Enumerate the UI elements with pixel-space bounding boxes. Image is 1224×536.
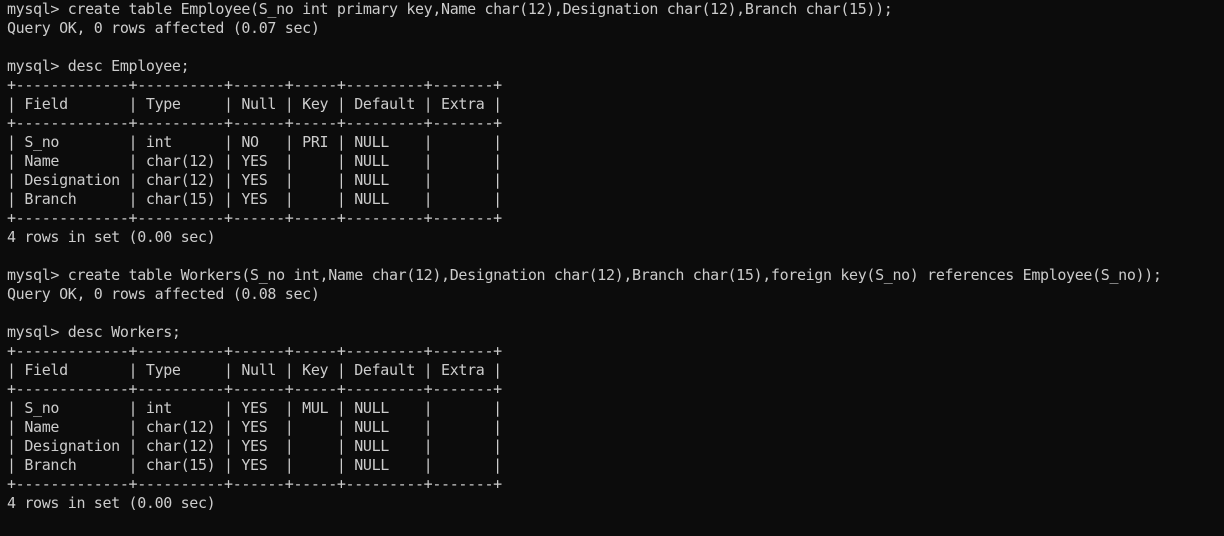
terminal-line: | Branch | char(15) | YES | | NULL | | xyxy=(7,190,502,208)
terminal-line: Query OK, 0 rows affected (0.08 sec) xyxy=(7,285,320,303)
terminal-line: | Designation | char(12) | YES | | NULL … xyxy=(7,171,502,189)
terminal-line: mysql> create table Workers(S_no int,Nam… xyxy=(7,266,1162,284)
terminal-window[interactable]: mysql> create table Employee(S_no int pr… xyxy=(0,0,1224,536)
terminal-line: | Designation | char(12) | YES | | NULL … xyxy=(7,437,502,455)
terminal-line: mysql> desc Workers; xyxy=(7,323,181,341)
terminal-line: +-------------+----------+------+-----+-… xyxy=(7,380,502,398)
terminal-line: | Name | char(12) | YES | | NULL | | xyxy=(7,418,502,436)
terminal-line: +-------------+----------+------+-----+-… xyxy=(7,475,502,493)
terminal-line: | S_no | int | NO | PRI | NULL | | xyxy=(7,133,502,151)
terminal-line: | Field | Type | Null | Key | Default | … xyxy=(7,361,502,379)
terminal-output: mysql> create table Employee(S_no int pr… xyxy=(7,0,1224,513)
terminal-line: +-------------+----------+------+-----+-… xyxy=(7,76,502,94)
terminal-line: | S_no | int | YES | MUL | NULL | | xyxy=(7,399,502,417)
terminal-line: mysql> desc Employee; xyxy=(7,57,190,75)
terminal-line: | Name | char(12) | YES | | NULL | | xyxy=(7,152,502,170)
terminal-line: Query OK, 0 rows affected (0.07 sec) xyxy=(7,19,320,37)
terminal-line: | Branch | char(15) | YES | | NULL | | xyxy=(7,456,502,474)
terminal-line: +-------------+----------+------+-----+-… xyxy=(7,114,502,132)
terminal-line: +-------------+----------+------+-----+-… xyxy=(7,209,502,227)
terminal-line: | Field | Type | Null | Key | Default | … xyxy=(7,95,502,113)
terminal-line: +-------------+----------+------+-----+-… xyxy=(7,342,502,360)
terminal-line: mysql> create table Employee(S_no int pr… xyxy=(7,0,893,18)
terminal-line: 4 rows in set (0.00 sec) xyxy=(7,228,216,246)
terminal-line: 4 rows in set (0.00 sec) xyxy=(7,494,216,512)
